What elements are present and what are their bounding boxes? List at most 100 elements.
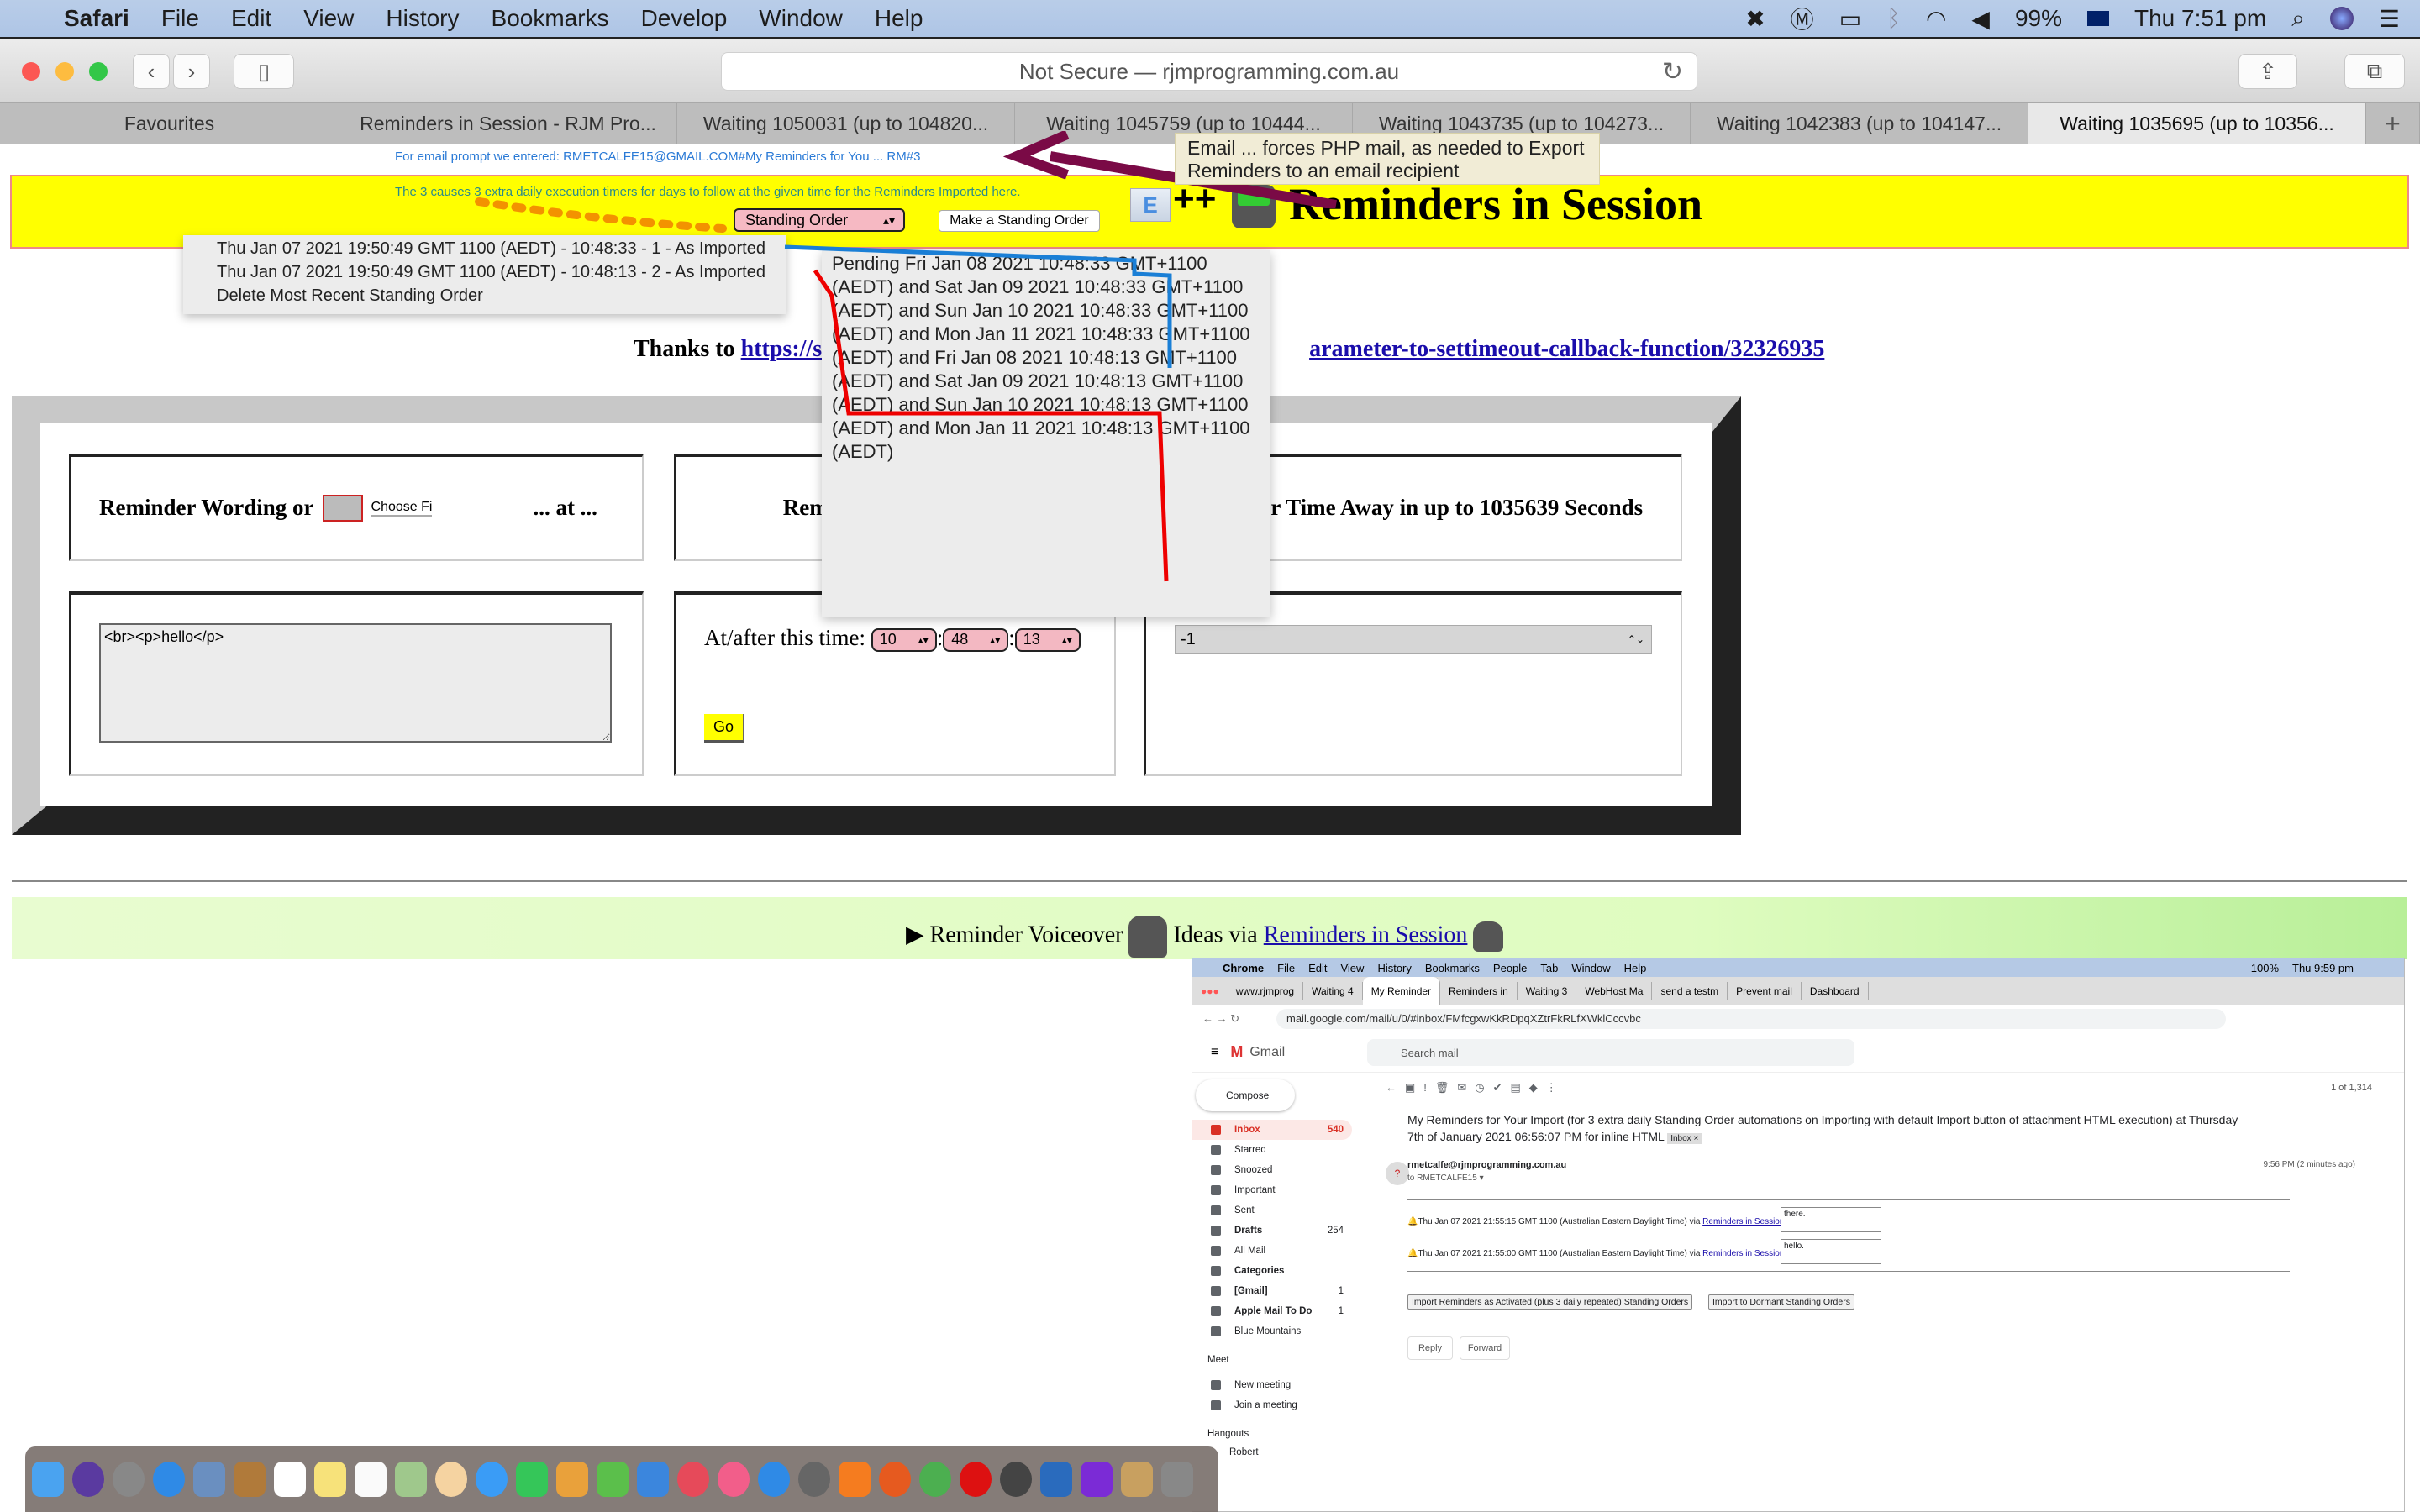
calendar-icon[interactable] [274,1462,306,1497]
malwarebytes-icon[interactable]: Ⓜ [1791,2,1814,35]
airplay-icon[interactable]: ▭ [1839,5,1861,33]
chrome-tab: WebHost Ma [1576,982,1653,1000]
menu-view[interactable]: View [303,5,354,32]
messages-icon[interactable] [476,1462,508,1497]
clock[interactable]: Thu 7:51 pm [2134,5,2266,32]
tab-waiting-1042383[interactable]: Waiting 1042383 (up to 104147... [1691,103,2028,144]
away-seconds-value: -1 [1181,629,1196,648]
chrome-icon[interactable] [919,1462,951,1497]
news-icon[interactable] [677,1462,709,1497]
gimp-icon[interactable] [1161,1462,1193,1497]
finder-icon[interactable] [32,1462,64,1497]
preview-icon[interactable] [1121,1462,1153,1497]
menu-app-name[interactable]: Safari [64,5,129,32]
reminder-box: there. [1781,1207,1881,1232]
sequel-pro-icon[interactable] [1000,1462,1032,1497]
keynote-icon[interactable] [637,1462,669,1497]
volume-icon[interactable]: ◀ [1971,5,1990,33]
address-bar[interactable]: Not Secure — rjmprogramming.com.au ↻ [721,52,1697,91]
tab-favourites[interactable]: Favourites [0,103,339,144]
wifi-icon[interactable]: ◠ [1926,5,1946,33]
sidebar-toggle-button[interactable]: ▯ [234,54,294,89]
spotlight-icon[interactable]: ⌕ [2291,5,2305,33]
phpstorm-icon[interactable] [1081,1462,1113,1497]
menu-window[interactable]: Window [759,5,843,32]
reload-icon[interactable]: ↻ [1662,57,1683,87]
pages-icon[interactable] [556,1462,588,1497]
facetime-icon[interactable] [516,1462,548,1497]
notes-icon[interactable] [314,1462,346,1497]
menu-edit[interactable]: Edit [231,5,271,32]
tab-reminders-in-session[interactable]: Reminders in Session - RJM Pro... [339,103,677,144]
second-select[interactable]: 13 ▴▾ [1014,627,1081,652]
thanks-link-end[interactable]: arameter-to-settimeout-callback-function… [1309,336,1824,362]
gmail-item-count: 1 [1338,1286,1344,1296]
contacts-icon[interactable] [234,1462,266,1497]
delete-standing-order-option[interactable]: Delete Most Recent Standing Order [217,284,786,307]
choose-file-button[interactable]: Choose Fi [371,500,433,517]
meet-item: New meeting [1192,1375,1352,1395]
spinner-icon[interactable]: ⌃⌄ [1628,633,1644,645]
safari-icon[interactable] [153,1462,185,1497]
siri-icon[interactable] [72,1462,104,1497]
hangouts-heading: Hangouts [1207,1429,1249,1439]
avast-icon[interactable] [839,1462,871,1497]
reminder-text: Thu Jan 07 2021 21:55:00 GMT 1100 (Austr… [1418,1249,1703,1258]
gmail-item: Drafts 254 [1192,1221,1352,1241]
music-icon[interactable] [718,1462,750,1497]
thanks-prefix: Thanks to [634,336,741,362]
tab-overview-button[interactable]: ⧉ [2344,54,2405,89]
photos-icon[interactable] [435,1462,467,1497]
menu-history[interactable]: History [386,5,459,32]
go-button[interactable]: Go [704,714,744,743]
opera-icon[interactable] [960,1462,992,1497]
hour-value: 10 [879,631,897,648]
broom-icon[interactable] [322,494,363,522]
close-window-button[interactable] [22,62,40,81]
flag-icon[interactable] [2087,11,2109,26]
launchpad-icon[interactable] [113,1462,145,1497]
make-standing-order-button[interactable]: Make a Standing Order [939,210,1100,232]
mail-icon[interactable] [193,1462,225,1497]
zoom-window-button[interactable] [89,62,108,81]
menu-help[interactable]: Help [875,5,923,32]
reminder-wording-textarea[interactable]: <br><p>hello</p> [99,623,612,743]
minimize-window-button[interactable] [55,62,74,81]
chevron-left-icon: ‹ [147,58,155,84]
siri-icon[interactable] [2329,7,2354,30]
system-preferences-icon[interactable] [798,1462,830,1497]
new-tab-button[interactable]: + [2366,103,2420,144]
notification-center-icon[interactable]: ☰ [2379,5,2400,33]
gmail-toolbar-icons: ←▣!🗑✉◷✔▤◆⋮ [1386,1081,1565,1094]
back-button[interactable]: ‹ [133,54,170,89]
compose-button: Compose [1196,1079,1295,1111]
reminders-icon[interactable] [355,1462,387,1497]
share-button[interactable]: ⇪ [2238,54,2297,89]
standing-order-select[interactable]: Standing Order ▴▾ [734,208,905,232]
firefox-icon[interactable] [879,1462,911,1497]
gmail-item: Important [1192,1180,1352,1200]
away-seconds-input[interactable]: -1 ⌃⌄ [1175,625,1652,654]
avast-icon[interactable]: ✖ [1745,5,1765,33]
app-store-icon[interactable] [758,1462,790,1497]
menu-develop[interactable]: Develop [641,5,728,32]
standing-order-option[interactable]: Thu Jan 07 2021 19:50:49 GMT 1100 (AEDT)… [217,260,786,284]
chrome-tab: send a testm [1652,982,1728,1000]
reminders-in-session-link[interactable]: Reminders in Session [1264,921,1468,948]
battery-percent[interactable]: 99% [2015,5,2062,32]
tab-waiting-1035695[interactable]: Waiting 1035695 (up to 10356... [2028,103,2366,144]
tab-waiting-1050031[interactable]: Waiting 1050031 (up to 104820... [677,103,1015,144]
numbers-icon[interactable] [597,1462,629,1497]
menu-bookmarks[interactable]: Bookmarks [492,5,609,32]
standing-order-option[interactable]: Thu Jan 07 2021 19:50:49 GMT 1100 (AEDT)… [217,237,786,260]
disclosure-triangle-icon[interactable]: ▶ [906,921,924,948]
gmail-sender: rmetcalfe@rjmprogramming.com.au [1407,1160,1567,1170]
voiceover-line[interactable]: ▶ Reminder Voiceover Ideas via Reminders… [906,916,1504,958]
hour-select[interactable]: 10 ▴▾ [871,627,937,652]
bluetooth-icon[interactable]: ᛒ [1886,5,1901,32]
forward-button[interactable]: › [173,54,210,89]
filezilla-icon[interactable] [1040,1462,1072,1497]
minute-select[interactable]: 48 ▴▾ [943,627,1009,652]
maps-icon[interactable] [395,1462,427,1497]
menu-file[interactable]: File [161,5,199,32]
